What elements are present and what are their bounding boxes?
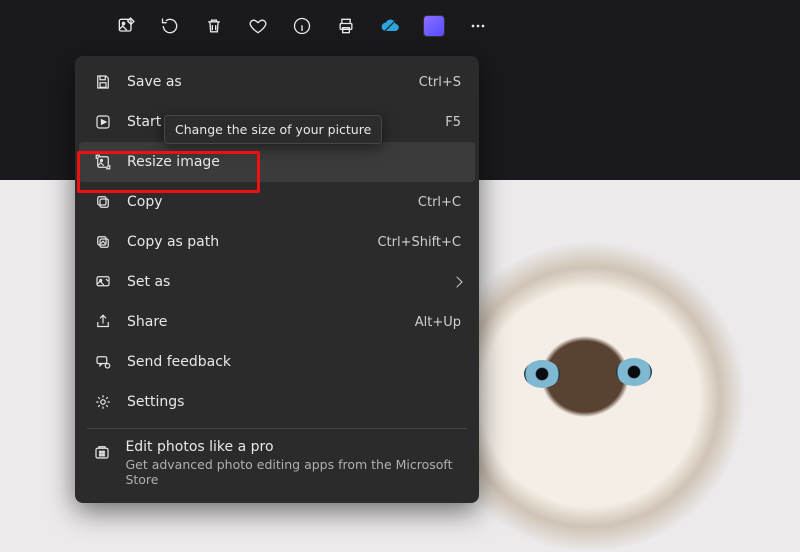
promo-subtitle: Get advanced photo editing apps from the… [125,457,461,487]
menu-item-accel: Alt+Up [415,315,461,330]
favorite-icon[interactable] [236,4,280,48]
tooltip: Change the size of your picture [164,115,382,144]
menu-divider [87,428,467,429]
copy-icon [93,193,113,211]
store-icon [93,443,111,461]
edit-icon[interactable] [104,4,148,48]
menu-item-settings[interactable]: Settings [79,382,475,422]
promo-title: Edit photos like a pro [125,439,461,455]
tooltip-text: Change the size of your picture [175,122,371,137]
clipchamp-icon[interactable] [412,4,456,48]
save-icon [93,73,113,91]
info-icon[interactable] [280,4,324,48]
feedback-icon [93,353,113,371]
menu-item-label: Copy [127,194,404,210]
menu-item-accel: Ctrl+C [418,195,461,210]
menu-item-accel: Ctrl+Shift+C [377,235,461,250]
photo-subject-face [460,250,710,480]
copy-path-icon [93,233,113,251]
toolbar [0,0,800,52]
menu-item-share[interactable]: Share Alt+Up [79,302,475,342]
rotate-icon[interactable] [148,4,192,48]
delete-icon[interactable] [192,4,236,48]
menu-item-resize[interactable]: Resize image [79,142,475,182]
photo-eye-right [616,358,652,386]
gear-icon [93,393,113,411]
menu-item-label: Settings [127,394,461,410]
menu-item-save-as[interactable]: Save as Ctrl+S [79,62,475,102]
menu-item-accel: F5 [445,115,461,130]
menu-item-copy-path[interactable]: Copy as path Ctrl+Shift+C [79,222,475,262]
share-icon [93,313,113,331]
menu-item-label: Set as [127,274,439,290]
menu-item-label: Save as [127,74,405,90]
menu-item-copy[interactable]: Copy Ctrl+C [79,182,475,222]
set-as-icon [93,273,113,291]
photo-eye-left [524,360,560,388]
chevron-right-icon [451,276,462,287]
menu-item-feedback[interactable]: Send feedback [79,342,475,382]
menu-item-promo[interactable]: Edit photos like a pro Get advanced phot… [79,435,475,493]
menu-item-label: Share [127,314,401,330]
cloud-icon[interactable] [368,4,412,48]
menu-item-accel: Ctrl+S [419,75,461,90]
menu-item-label: Copy as path [127,234,363,250]
menu-item-label: Resize image [127,154,447,170]
print-icon[interactable] [324,4,368,48]
menu-item-label: Send feedback [127,354,461,370]
play-icon [93,113,113,131]
menu-item-set-as[interactable]: Set as [79,262,475,302]
resize-icon [93,153,113,171]
more-icon[interactable] [456,4,500,48]
